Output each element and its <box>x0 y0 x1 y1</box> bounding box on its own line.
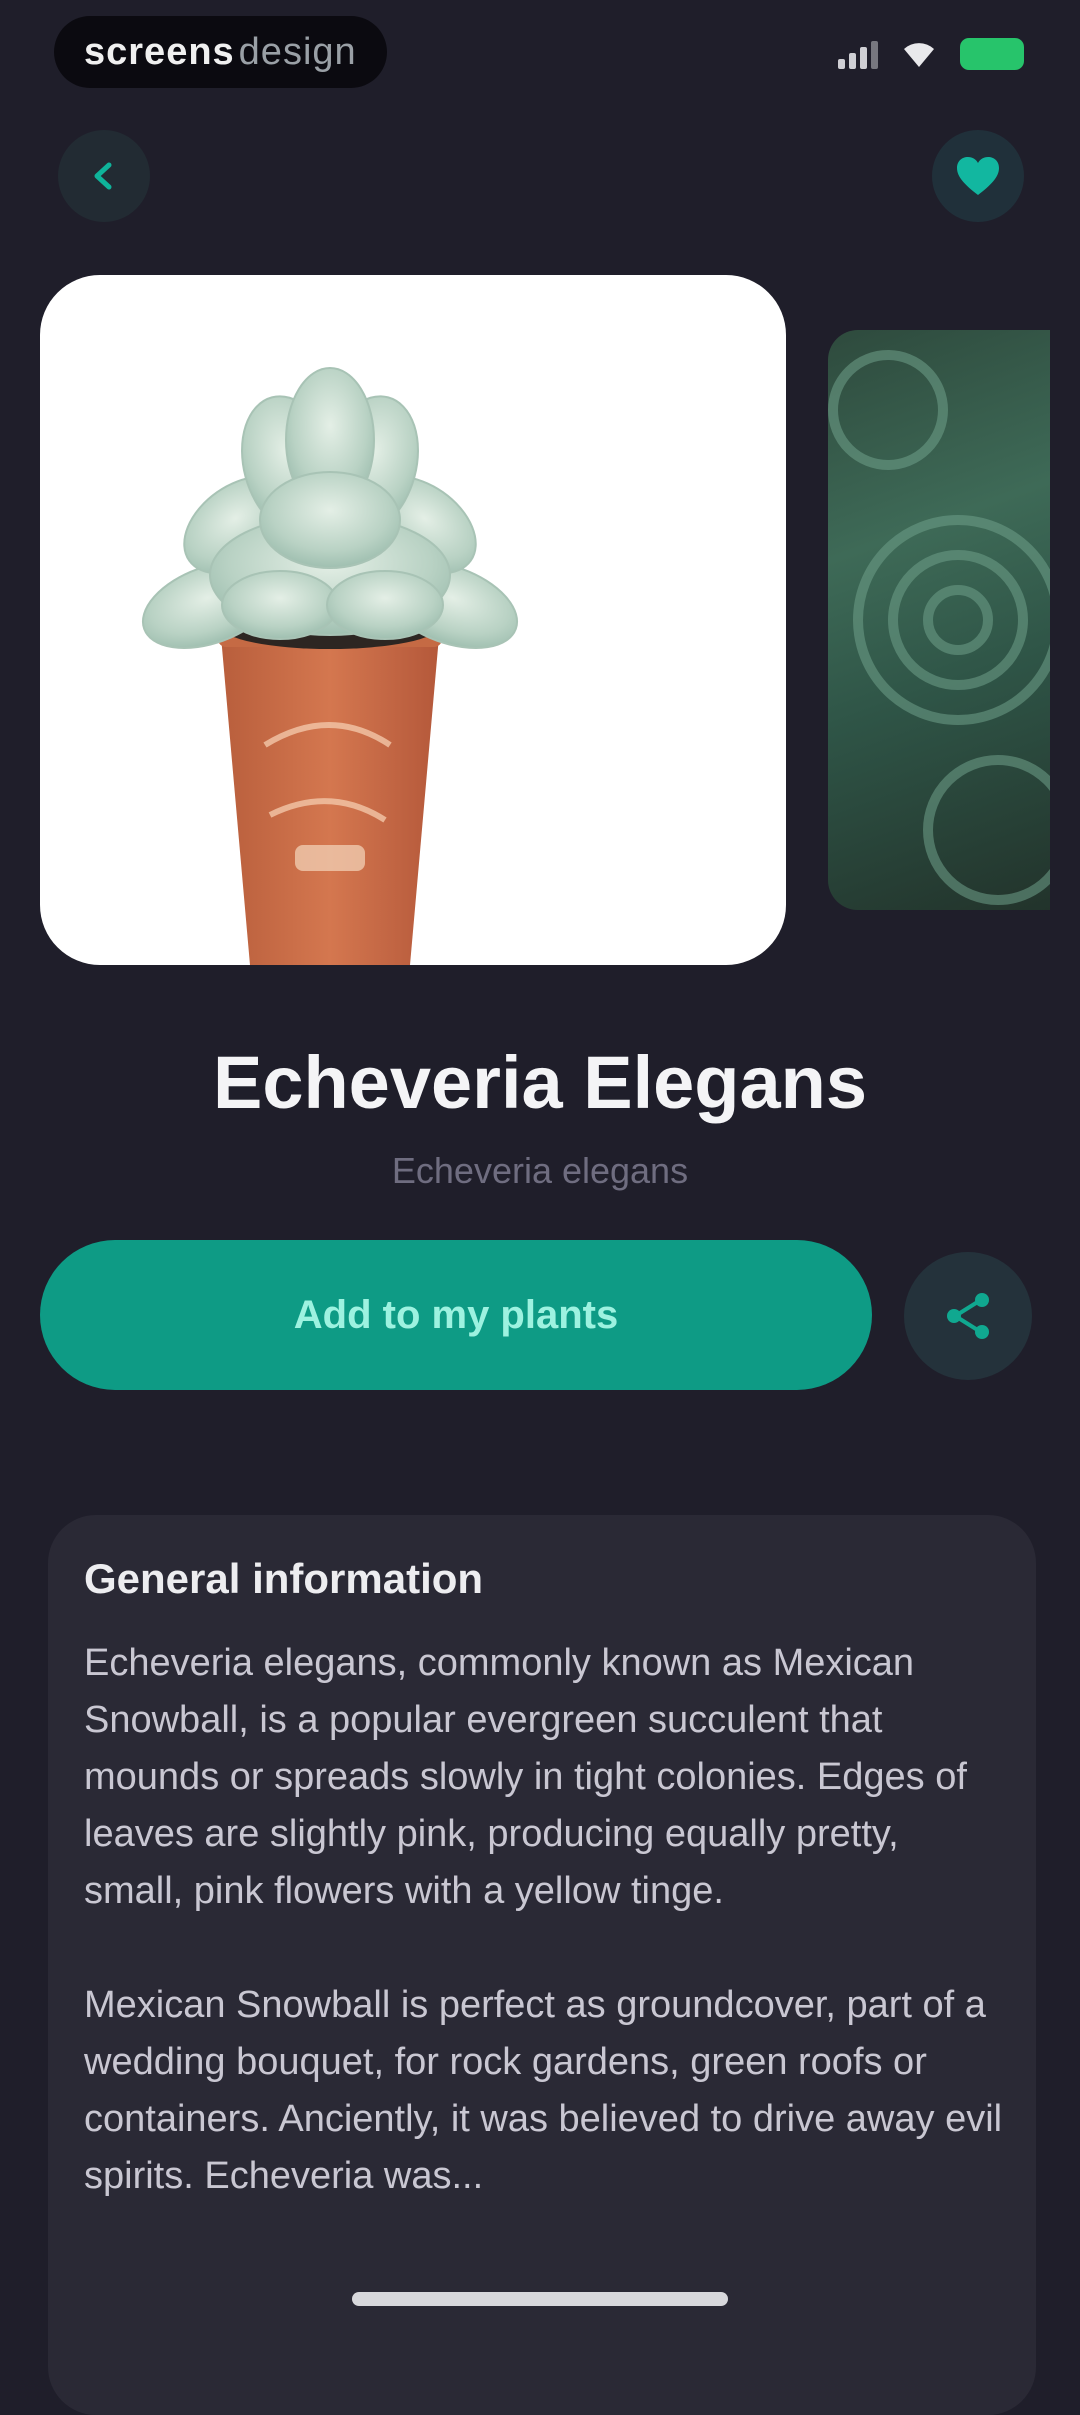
share-icon <box>947 1293 989 1339</box>
general-information-card: General information Echeveria elegans, c… <box>48 1515 1036 2415</box>
plant-latin-name: Echeveria elegans <box>391 1150 689 1191</box>
add-to-my-plants-button[interactable]: Add to my plants <box>40 1240 872 1390</box>
back-button[interactable] <box>58 130 150 222</box>
plant-name: Echeveria Elegans <box>212 1041 868 1124</box>
image-carousel[interactable] <box>0 275 1080 975</box>
status-bar: screens design <box>0 0 1080 110</box>
status-icons <box>838 38 1024 70</box>
favorite-button[interactable] <box>932 130 1024 222</box>
plant-photo-next-illustration <box>828 350 1050 905</box>
wifi-icon <box>904 43 934 67</box>
watermark-bold-text: screens <box>84 30 235 73</box>
watermark-badge: screens design <box>54 16 387 88</box>
arrow-left-icon <box>94 162 112 190</box>
share-button[interactable] <box>904 1252 1032 1380</box>
watermark-light-text: design <box>238 30 357 73</box>
plant-photo-next[interactable] <box>828 330 1050 910</box>
battery-icon <box>960 38 1024 70</box>
plant-photo-main[interactable] <box>40 275 786 965</box>
home-indicator[interactable] <box>352 2292 728 2306</box>
signal-icon <box>838 39 878 69</box>
heart-icon <box>957 157 999 195</box>
general-information-body: Echeveria elegans, commonly known as Mex… <box>84 1635 1004 2262</box>
plant-photo-illustration <box>141 367 519 965</box>
info-paragraph: Mexican Snowball is perfect as groundcov… <box>84 1984 1003 2197</box>
general-information-title: General information <box>84 1555 484 1602</box>
info-paragraph: Echeveria elegans, commonly known as Mex… <box>84 1642 967 1912</box>
